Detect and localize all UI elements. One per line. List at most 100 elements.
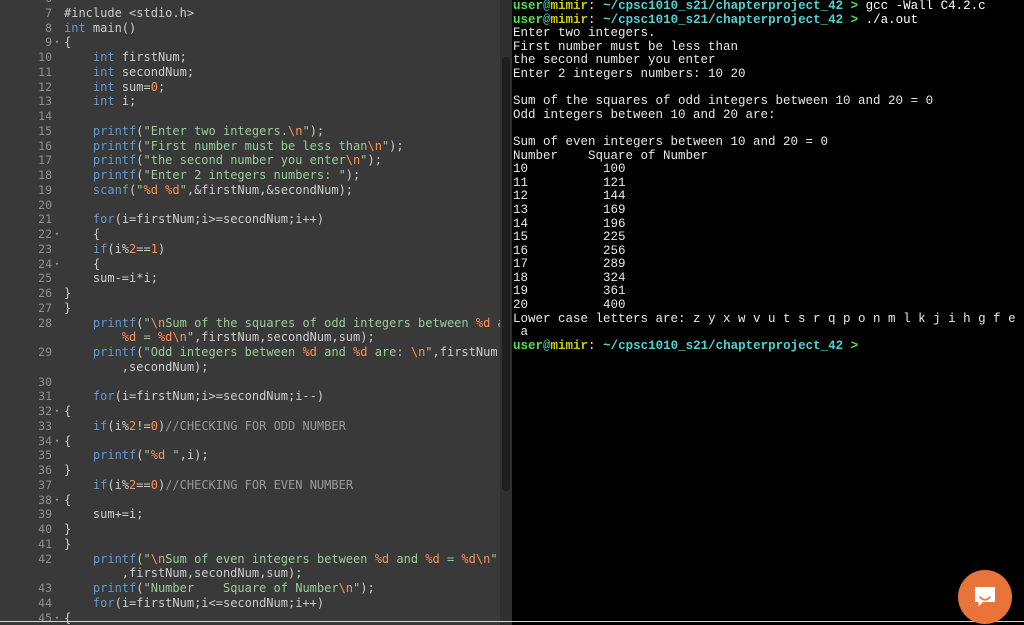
code-text: scanf("%d %d",&firstNum,&secondNum);: [62, 183, 512, 198]
code-line[interactable]: 19 scanf("%d %d",&firstNum,&secondNum);: [0, 183, 512, 198]
code-token: );: [389, 138, 404, 153]
terminal-output-line: 14 196: [513, 216, 626, 231]
editor-scrollbar-track[interactable]: [500, 0, 512, 625]
code-line[interactable]: 37 if(i%2==0)//CHECKING FOR EVEN NUMBER: [0, 478, 512, 493]
code-line[interactable]: 14: [0, 109, 512, 124]
fold-arrow-icon[interactable]: ▾: [52, 493, 62, 508]
code-line-wrapped[interactable]: %d = %d\n",firstNum,secondNum,sum);: [0, 330, 512, 345]
bottom-divider: [0, 621, 1024, 622]
code-line[interactable]: 28 printf("\nSum of the squares of odd i…: [0, 316, 512, 331]
terminal-output-line: 16 256: [513, 243, 626, 258]
code-line[interactable]: 9 ▾{: [0, 35, 512, 50]
code-token: ;: [157, 79, 166, 94]
code-token: %d: [302, 345, 317, 359]
code-line[interactable]: 16 printf("First number must be less tha…: [0, 139, 512, 154]
code-line[interactable]: 24 ▾ {: [0, 257, 512, 272]
prompt-host: mimir: [550, 0, 589, 13]
code-line[interactable]: 7 #include <stdio.h>: [0, 6, 512, 21]
code-line[interactable]: 44 for(i=firstNum;i<=secondNum;i++): [0, 596, 512, 611]
code-editor[interactable]: 67#include <stdio.h>8int main()9▾{10 int…: [0, 0, 512, 625]
code-line[interactable]: 41}: [0, 537, 512, 552]
code-line[interactable]: 33 if(i%2!=0)//CHECKING FOR ODD NUMBER: [0, 419, 512, 434]
line-number: 30: [38, 374, 52, 389]
code-line[interactable]: 31 for(i=firstNum;i>=secondNum;i--): [0, 389, 512, 404]
code-token: (: [136, 551, 144, 566]
code-token: (: [136, 448, 144, 463]
code-line[interactable]: 25 sum-=i*i;: [0, 271, 512, 286]
terminal-panel[interactable]: user@mimir: ~/cpsc1010_s21/chapterprojec…: [512, 0, 1024, 625]
code-token: %d: [353, 345, 368, 359]
code-line[interactable]: 26}: [0, 286, 512, 301]
terminal-output-line: 17 289: [513, 257, 626, 272]
code-token: (: [136, 123, 144, 138]
code-line[interactable]: 18 printf("Enter 2 integers numbers: ");: [0, 168, 512, 183]
code-line[interactable]: 11 int secondNum;: [0, 65, 512, 80]
code-line[interactable]: 29 printf("Odd integers between %d and %…: [0, 345, 512, 360]
code-token: for: [92, 595, 115, 610]
line-number: 29: [38, 345, 52, 359]
code-line[interactable]: 17 printf("the second number you enter\n…: [0, 153, 512, 168]
code-token: );: [309, 123, 325, 138]
prompt-colon: :: [588, 12, 604, 27]
code-line-wrapped[interactable]: ,secondNum);: [0, 360, 512, 375]
code-line[interactable]: 10 int firstNum;: [0, 50, 512, 65]
code-line[interactable]: 21 for(i=firstNum;i>=secondNum;i++): [0, 212, 512, 227]
code-text: sum+=i;: [62, 507, 512, 522]
fold-arrow-icon[interactable]: ▾: [52, 434, 62, 449]
code-token: \n: [345, 153, 361, 168]
terminal-output: user@mimir: ~/cpsc1010_s21/chapterprojec…: [513, 0, 1024, 353]
code-line[interactable]: 8 int main(): [0, 21, 512, 36]
terminal-output-line: Sum of even integers between 10 and 20 =…: [513, 134, 829, 149]
code-line[interactable]: 32 ▾{: [0, 404, 512, 419]
code-line[interactable]: 39 sum+=i;: [0, 507, 512, 522]
code-line[interactable]: 27}: [0, 301, 512, 316]
code-text: }: [62, 537, 512, 552]
code-text: }: [62, 463, 512, 478]
code-text: int main(): [62, 21, 512, 36]
fold-arrow-icon[interactable]: ▾: [52, 404, 62, 419]
code-line[interactable]: 38 ▾{: [0, 493, 512, 508]
code-line[interactable]: 12 int sum=0;: [0, 80, 512, 95]
terminal-output-line: 18 324: [513, 270, 626, 285]
code-token: and: [316, 345, 354, 359]
code-token: (: [136, 581, 144, 595]
code-line[interactable]: 40}: [0, 522, 512, 537]
chat-bubble-smile-icon: [972, 584, 998, 610]
fold-arrow-icon[interactable]: ▾: [52, 35, 62, 50]
code-line[interactable]: 30: [0, 375, 512, 390]
code-line[interactable]: 15 printf("Enter two integers.\n");: [0, 124, 512, 139]
line-number: 14: [38, 109, 52, 123]
code-token: %d: [157, 330, 173, 345]
code-line[interactable]: 20: [0, 198, 512, 213]
code-text: {: [62, 611, 512, 625]
code-token: !=: [136, 418, 151, 433]
code-line[interactable]: 34 ▾{: [0, 434, 512, 449]
code-line[interactable]: 13 int i;: [0, 94, 512, 109]
chat-launcher-button[interactable]: [958, 570, 1012, 624]
editor-scrollbar-thumb[interactable]: [502, 57, 510, 491]
code-line[interactable]: 35 printf("%d ",i);: [0, 448, 512, 463]
terminal-command: ./a.out: [865, 12, 919, 27]
code-line[interactable]: 36}: [0, 463, 512, 478]
code-token: =: [439, 551, 462, 566]
code-text: {: [62, 227, 512, 242]
code-token: %d: [150, 448, 166, 463]
code-token: "Odd integers between: [143, 345, 303, 359]
fold-arrow-icon[interactable]: ▾: [52, 611, 62, 625]
code-line[interactable]: 45 ▾{: [0, 611, 512, 625]
code-line[interactable]: 23 if(i%2==1): [0, 242, 512, 257]
fold-arrow-icon[interactable]: ▾: [52, 227, 62, 242]
code-token: "First number must be less than: [143, 138, 368, 153]
fold-arrow-icon[interactable]: ▾: [52, 257, 62, 272]
code-line[interactable]: 43 printf("Number Square of Number\n");: [0, 581, 512, 596]
code-line[interactable]: 22 ▾ {: [0, 227, 512, 242]
terminal-output-line: Lower case letters are: z y x w v u t s …: [513, 311, 1024, 326]
code-line[interactable]: 42 printf("\nSum of even integers betwee…: [0, 552, 512, 567]
line-number: 44: [38, 595, 52, 610]
code-line-wrapped[interactable]: ,firstNum,secondNum,sum);: [0, 566, 512, 581]
